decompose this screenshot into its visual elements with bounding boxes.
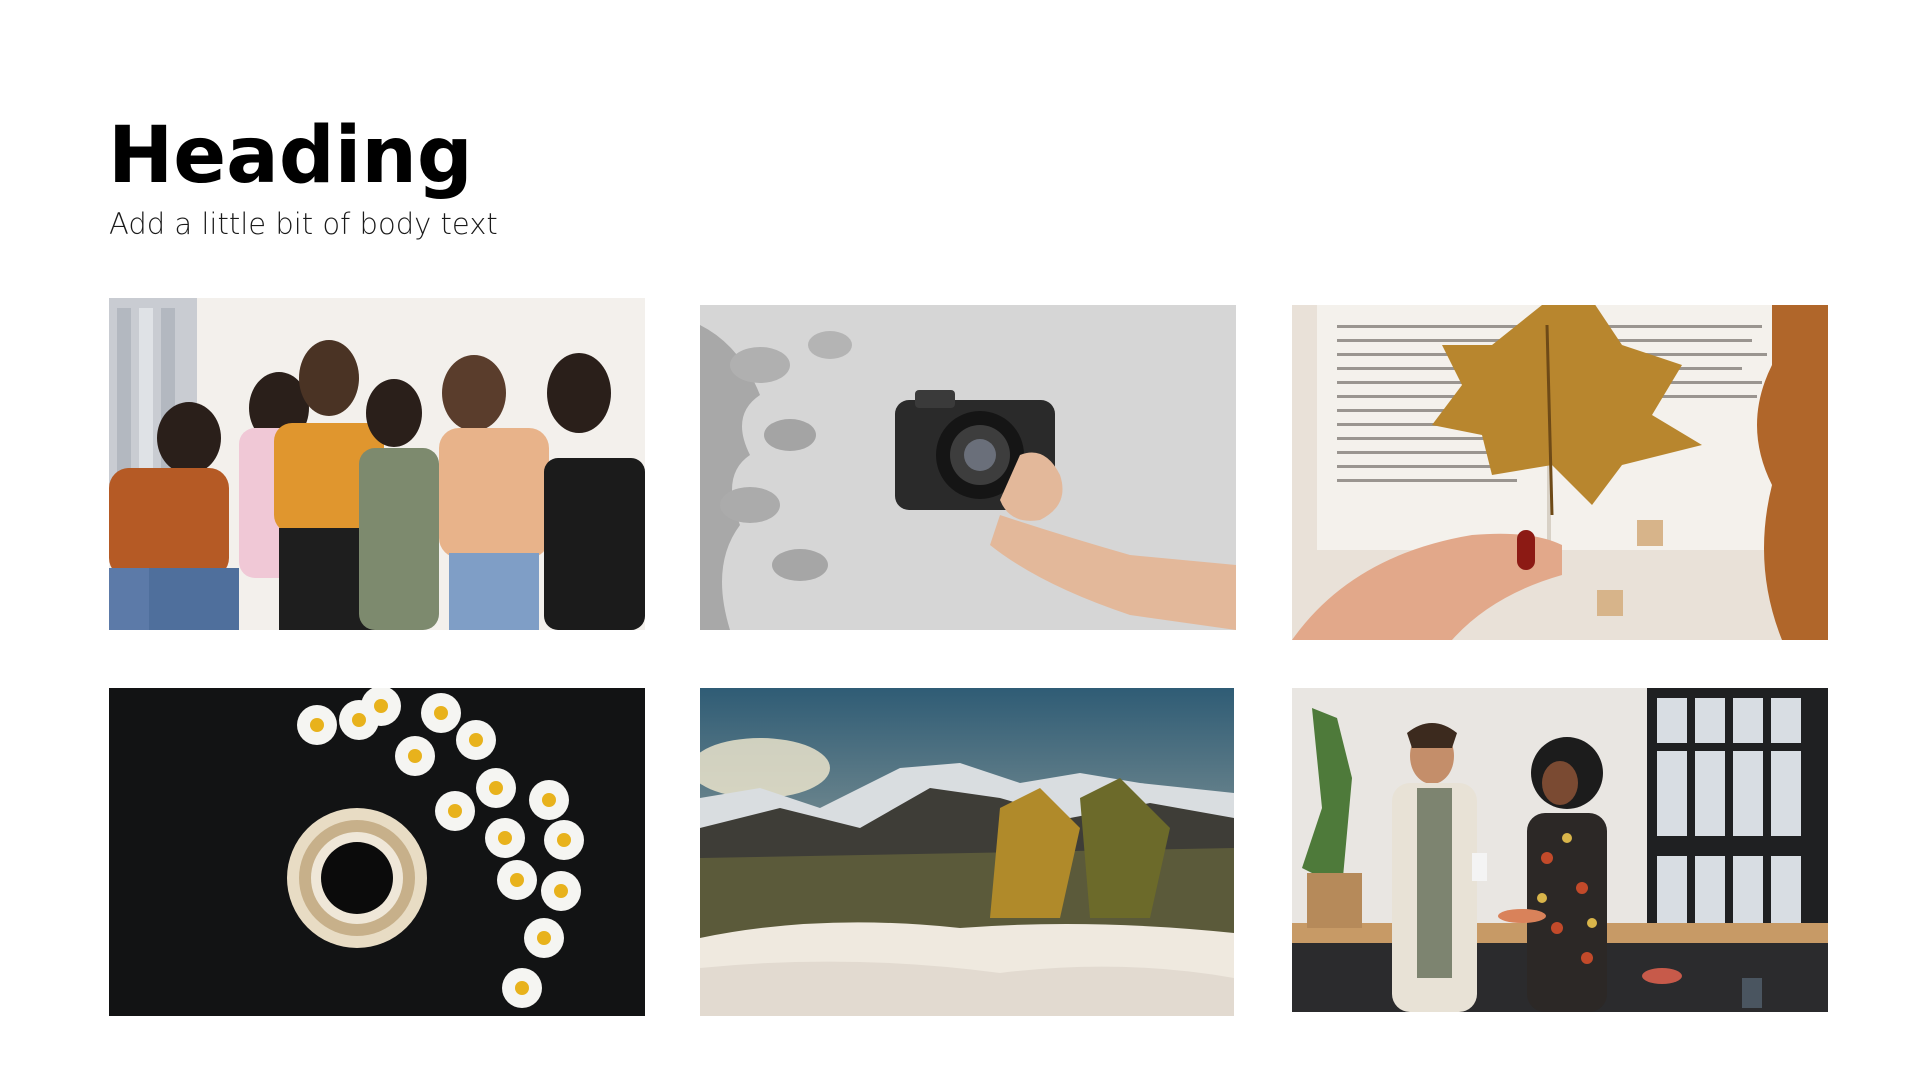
slide-body-text: Add a little bit of body text [109,207,498,241]
autumn-leaf-over-book-photo [1292,305,1828,640]
coffee-cup-and-daisies-photo [109,688,645,1016]
group-of-friends-photo [109,298,645,630]
people-in-kitchen-photo [1292,688,1828,1012]
slide-heading: Heading [108,111,473,201]
snowy-mountain-landscape-photo [700,688,1234,1016]
hand-holding-camera-photo [700,305,1236,630]
